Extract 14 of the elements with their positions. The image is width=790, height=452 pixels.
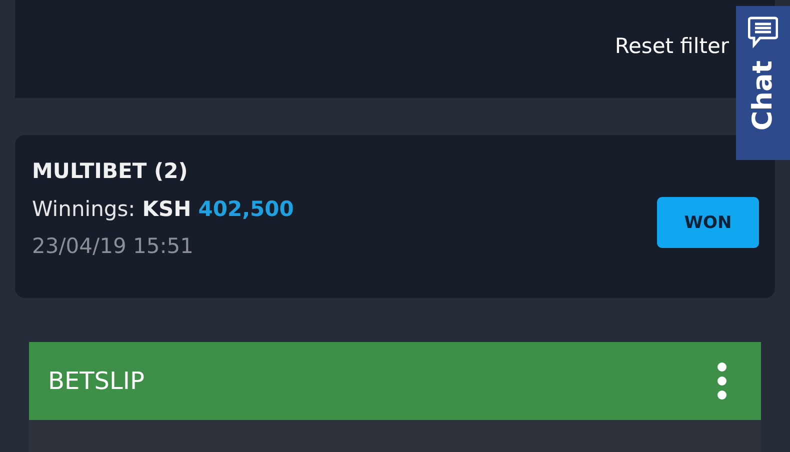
chat-label: Chat bbox=[748, 60, 778, 131]
betslip-title: BETSLIP bbox=[48, 367, 144, 395]
currency-label: KSH bbox=[142, 196, 192, 223]
bet-title: MULTIBET (2) bbox=[32, 158, 189, 185]
status-badge: WON bbox=[657, 197, 759, 248]
winnings-amount: 402,500 bbox=[198, 196, 294, 223]
chat-bubble-icon bbox=[748, 16, 778, 50]
bet-date: 23/04/19 15:51 bbox=[32, 233, 195, 260]
chat-tab[interactable]: Chat bbox=[736, 6, 790, 160]
betslip-header[interactable]: BETSLIP bbox=[29, 342, 761, 420]
bet-card[interactable]: MULTIBET (2) Winnings: KSH 402,500 23/04/19 15:51 WON bbox=[15, 135, 775, 298]
winnings-label: Winnings: bbox=[32, 196, 136, 223]
reset-filters-link[interactable]: Reset filter bbox=[614, 34, 729, 58]
more-options-icon[interactable] bbox=[717, 361, 727, 401]
